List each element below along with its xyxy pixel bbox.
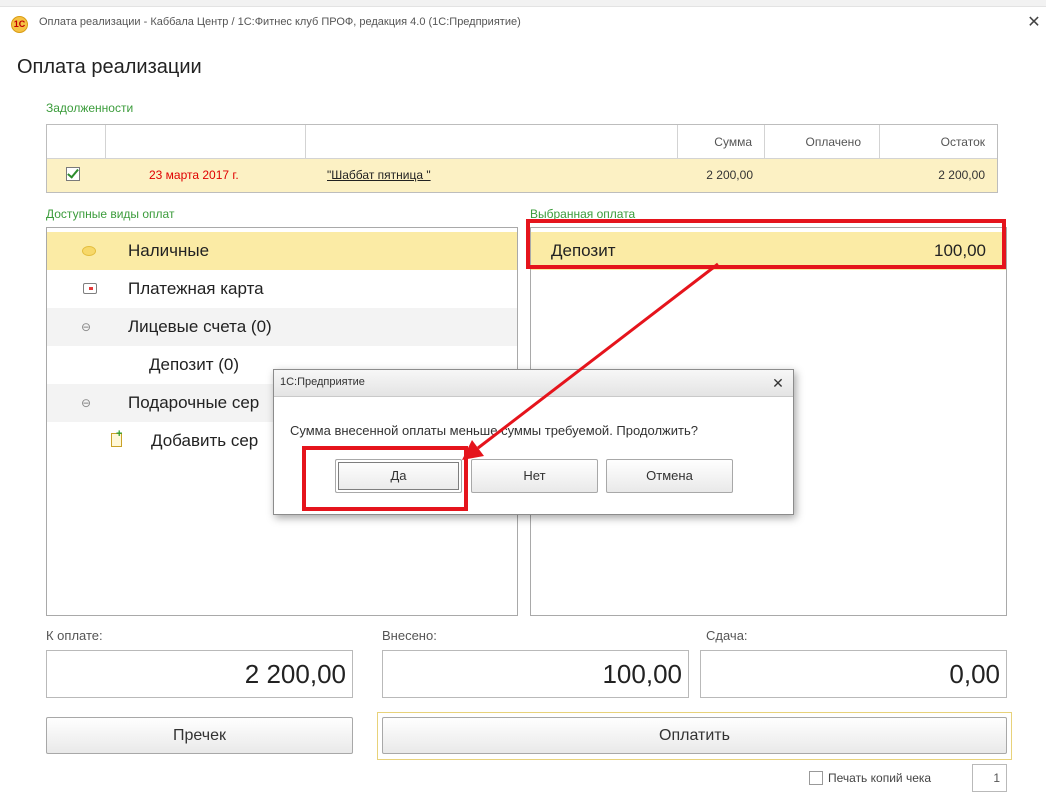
change-field: 0,00	[700, 650, 1007, 698]
debt-row-checkbox[interactable]	[66, 166, 80, 181]
header-amount: Сумма	[678, 125, 765, 159]
list-item[interactable]: Наличные	[47, 232, 517, 270]
method-label: Лицевые счета (0)	[128, 317, 272, 336]
debt-date: 23 марта 2017 г.	[149, 168, 239, 182]
coin-icon	[82, 246, 96, 256]
pay-button[interactable]: Оплатить	[382, 717, 1007, 754]
print-copies-checkbox[interactable]	[809, 771, 823, 785]
collapse-icon[interactable]: ⊖	[81, 384, 91, 422]
debt-paid	[765, 159, 862, 192]
app-logo-icon: 1С	[11, 16, 28, 33]
debt-balance: 2 200,00	[938, 168, 985, 182]
page-title: Оплата реализации	[17, 56, 202, 78]
dialog-titlebar: 1С:Предприятие ✕	[274, 370, 793, 397]
list-item[interactable]: ⊖ Лицевые счета (0)	[47, 308, 517, 346]
debts-table: Сумма Оплачено Остаток 23 марта 2017 г. …	[46, 124, 998, 193]
paid-label: Внесено:	[382, 628, 437, 643]
method-label: Добавить сер	[151, 431, 259, 450]
dialog-close-icon[interactable]: ✕	[768, 372, 788, 394]
table-row[interactable]: 23 марта 2017 г. "Шаббат пятница " 2 200…	[47, 159, 997, 192]
dialog-title: 1С:Предприятие	[280, 376, 365, 388]
cancel-button[interactable]: Отмена	[606, 459, 733, 493]
method-label: Подарочные сер	[128, 393, 260, 412]
precheck-button[interactable]: Пречек	[46, 717, 353, 754]
header-paid: Оплачено	[765, 125, 880, 159]
card-icon	[83, 283, 97, 294]
to-pay-field: 2 200,00	[46, 650, 353, 698]
method-label: Депозит (0)	[149, 355, 240, 374]
debts-section-title: Задолженности	[46, 101, 134, 115]
header-name-column	[306, 125, 678, 159]
change-label: Сдача:	[706, 628, 748, 643]
paid-field[interactable]: 100,00	[382, 650, 689, 698]
header-balance: Остаток	[880, 125, 997, 159]
debt-name-link[interactable]: "Шаббат пятница "	[327, 159, 431, 192]
annotation-highlight-box	[526, 219, 1006, 269]
window-close-icon[interactable]: ✕	[1024, 12, 1044, 34]
window-title: Оплата реализации - Каббала Центр / 1С:Ф…	[39, 16, 521, 28]
header-check-column	[47, 125, 106, 159]
header-date-column	[106, 125, 306, 159]
annotation-highlight-box	[302, 446, 468, 511]
top-strip	[0, 0, 1046, 7]
collapse-icon[interactable]: ⊖	[81, 308, 91, 346]
dialog-message: Сумма внесенной оплаты меньше суммы треб…	[290, 423, 698, 438]
debt-amount: 2 200,00	[706, 168, 753, 182]
method-label: Наличные	[128, 241, 210, 260]
print-copies-label: Печать копий чека	[828, 771, 932, 785]
add-document-icon: +	[111, 429, 122, 447]
methods-section-title: Доступные виды оплат	[46, 207, 175, 221]
no-button[interactable]: Нет	[471, 459, 598, 493]
list-item[interactable]: Платежная карта	[47, 270, 517, 308]
method-label: Платежная карта	[128, 279, 264, 298]
copies-count-field[interactable]: 1	[972, 764, 1007, 792]
to-pay-label: К оплате:	[46, 628, 103, 643]
